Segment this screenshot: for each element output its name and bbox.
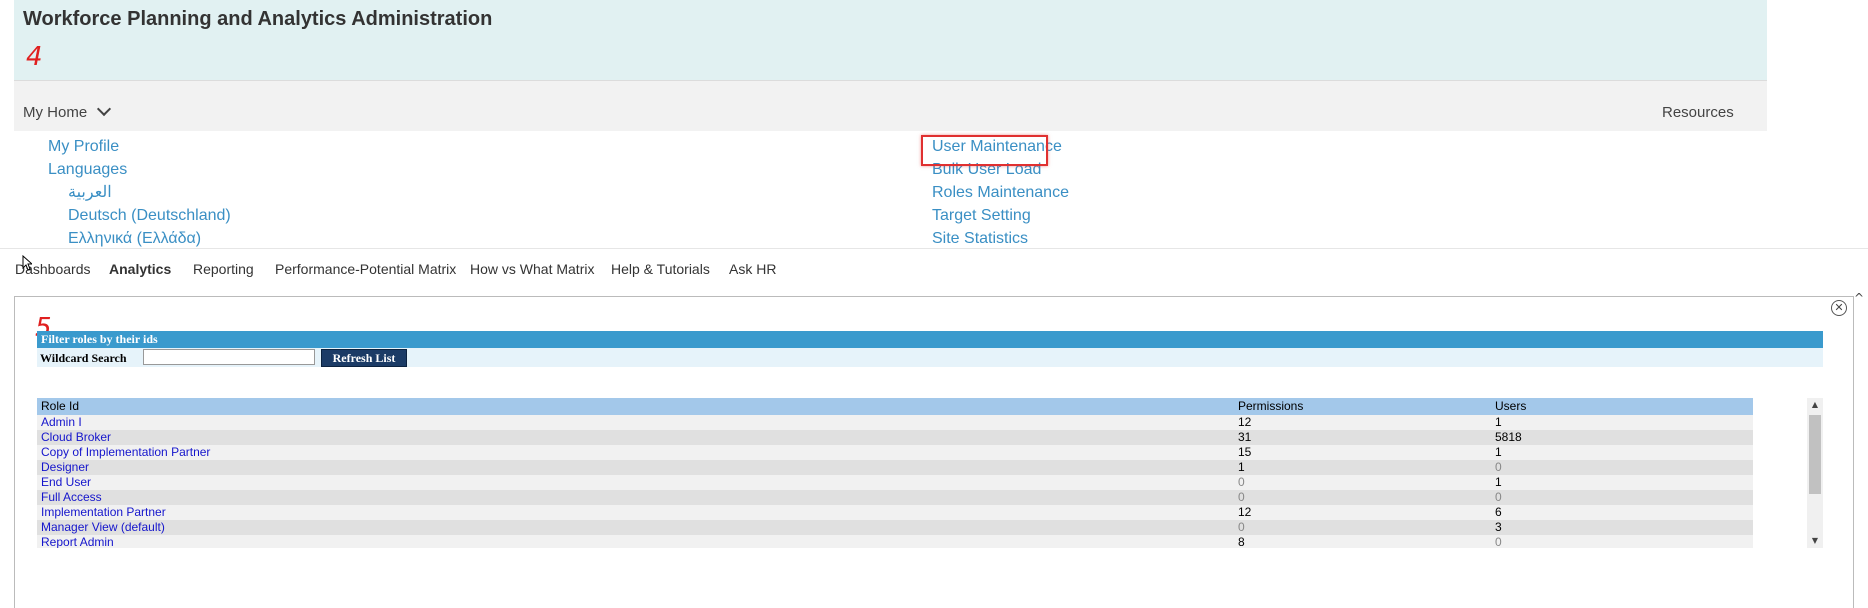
role-link[interactable]: Manager View (default) [41,520,165,535]
app-title: Workforce Planning and Analytics Adminis… [23,8,493,30]
role-link[interactable]: Designer [41,460,89,475]
menu-link-right-2[interactable]: Roles Maintenance [932,181,1069,204]
menu-link-right-4[interactable]: Site Statistics [932,227,1069,248]
menu-link-left-3[interactable]: Deutsch (Deutschland) [48,204,231,227]
menu-link-left-0[interactable]: My Profile [48,135,231,158]
wildcard-search-label: Wildcard Search [40,351,127,365]
wildcard-search-input[interactable] [143,349,315,365]
table-scrollbar[interactable]: ▲ ▼ [1807,398,1823,548]
filter-row: Wildcard Search Refresh List [37,348,1823,367]
tab-reporting[interactable]: Reporting [193,261,254,277]
top-nav-bar: My Home Resources [14,80,1767,133]
menu-link-left-1[interactable]: Languages [48,158,231,181]
role-link[interactable]: Cloud Broker [41,430,111,445]
users-cell: 0 [1495,535,1502,548]
tab-analytics[interactable]: Analytics [109,261,171,277]
main-tab-bar: Dashboards Analytics Reporting Performance-… [0,248,1868,297]
menu-left-column: My Profile Languages العربية Deutsch (Deuts… [48,135,231,248]
tab-help-tutorials[interactable]: Help & Tutorials [611,261,710,277]
permissions-cell: 31 [1238,430,1252,444]
table-row: Designer 1 0 [37,460,1753,475]
table-row: Copy of Implementation Partner 15 1 [37,445,1753,460]
table-row: End User 0 1 [37,475,1753,490]
scroll-down-arrow-icon[interactable]: ▼ [1807,534,1823,548]
tab-performance-potential-matrix[interactable]: Performance-Potential Matrix [275,261,456,277]
scroll-up-arrow-icon[interactable]: ▲ [1807,398,1823,412]
permissions-cell: 0 [1238,475,1245,489]
column-header[interactable]: Users [1495,398,1526,415]
role-link[interactable]: Implementation Partner [41,505,166,520]
roles-table: Role Id Permissions Users Admin I 12 1 Cloud B… [37,398,1753,548]
table-row: Full Access 0 0 [37,490,1753,505]
menu-link-right-3[interactable]: Target Setting [932,204,1069,227]
filter-header: Filter roles by their ids [37,331,1823,348]
column-header[interactable]: Role Id [41,398,79,415]
cursor-icon [22,255,32,271]
annotation-step-4: 4 [26,42,43,72]
table-row: Report Admin 8 0 [37,535,1753,548]
permissions-cell: 8 [1238,535,1245,548]
menu-link-left-4[interactable]: Ελληνικά (Ελλάδα) [48,227,231,248]
role-link[interactable]: Admin I [41,415,82,430]
role-link[interactable]: Copy of Implementation Partner [41,445,210,460]
users-cell: 6 [1495,505,1502,519]
roles-maintenance-frame: ^ ✕ 5 Filter roles by their ids Wildcard… [14,291,1864,608]
column-header[interactable]: Permissions [1238,398,1303,415]
refresh-list-button[interactable]: Refresh List [321,349,407,367]
scroll-thumb[interactable] [1809,415,1821,494]
my-home-label: My Home [23,104,88,121]
permissions-cell: 1 [1238,460,1245,474]
table-row: Implementation Partner 12 6 [37,505,1753,520]
table-header-row: Role Id Permissions Users [37,398,1753,415]
users-cell: 0 [1495,490,1502,504]
highlight-box [921,135,1048,166]
users-cell: 1 [1495,475,1502,489]
table-row: Cloud Broker 31 5818 [37,430,1753,445]
chevron-up-icon[interactable]: ^ [1854,291,1864,305]
permissions-cell: 15 [1238,445,1252,459]
users-cell: 0 [1495,460,1502,474]
table-row: Manager View (default) 0 3 [37,520,1753,535]
permissions-cell: 0 [1238,520,1245,534]
close-icon[interactable]: ✕ [1831,300,1847,316]
menu-link-left-2[interactable]: العربية [48,181,231,204]
table-row: Admin I 12 1 [37,415,1753,430]
my-home-menu[interactable]: My Home [23,101,112,121]
tab-how-vs-what-matrix[interactable]: How vs What Matrix [470,261,594,277]
users-cell: 5818 [1495,430,1522,444]
users-cell: 3 [1495,520,1502,534]
role-link[interactable]: Report Admin [41,535,114,548]
users-cell: 1 [1495,415,1502,429]
tab-ask-hr[interactable]: Ask HR [729,261,776,277]
chevron-down-icon [97,101,112,117]
role-link[interactable]: Full Access [41,490,102,505]
my-home-dropdown: My Profile Languages العربية Deutsch (Deuts… [14,131,1767,248]
users-cell: 1 [1495,445,1502,459]
admin-header-panel: Workforce Planning and Analytics Adminis… [14,0,1767,248]
permissions-cell: 12 [1238,415,1252,429]
resources-link[interactable]: Resources [1662,104,1734,121]
permissions-cell: 0 [1238,490,1245,504]
permissions-cell: 12 [1238,505,1252,519]
role-link[interactable]: End User [41,475,91,490]
